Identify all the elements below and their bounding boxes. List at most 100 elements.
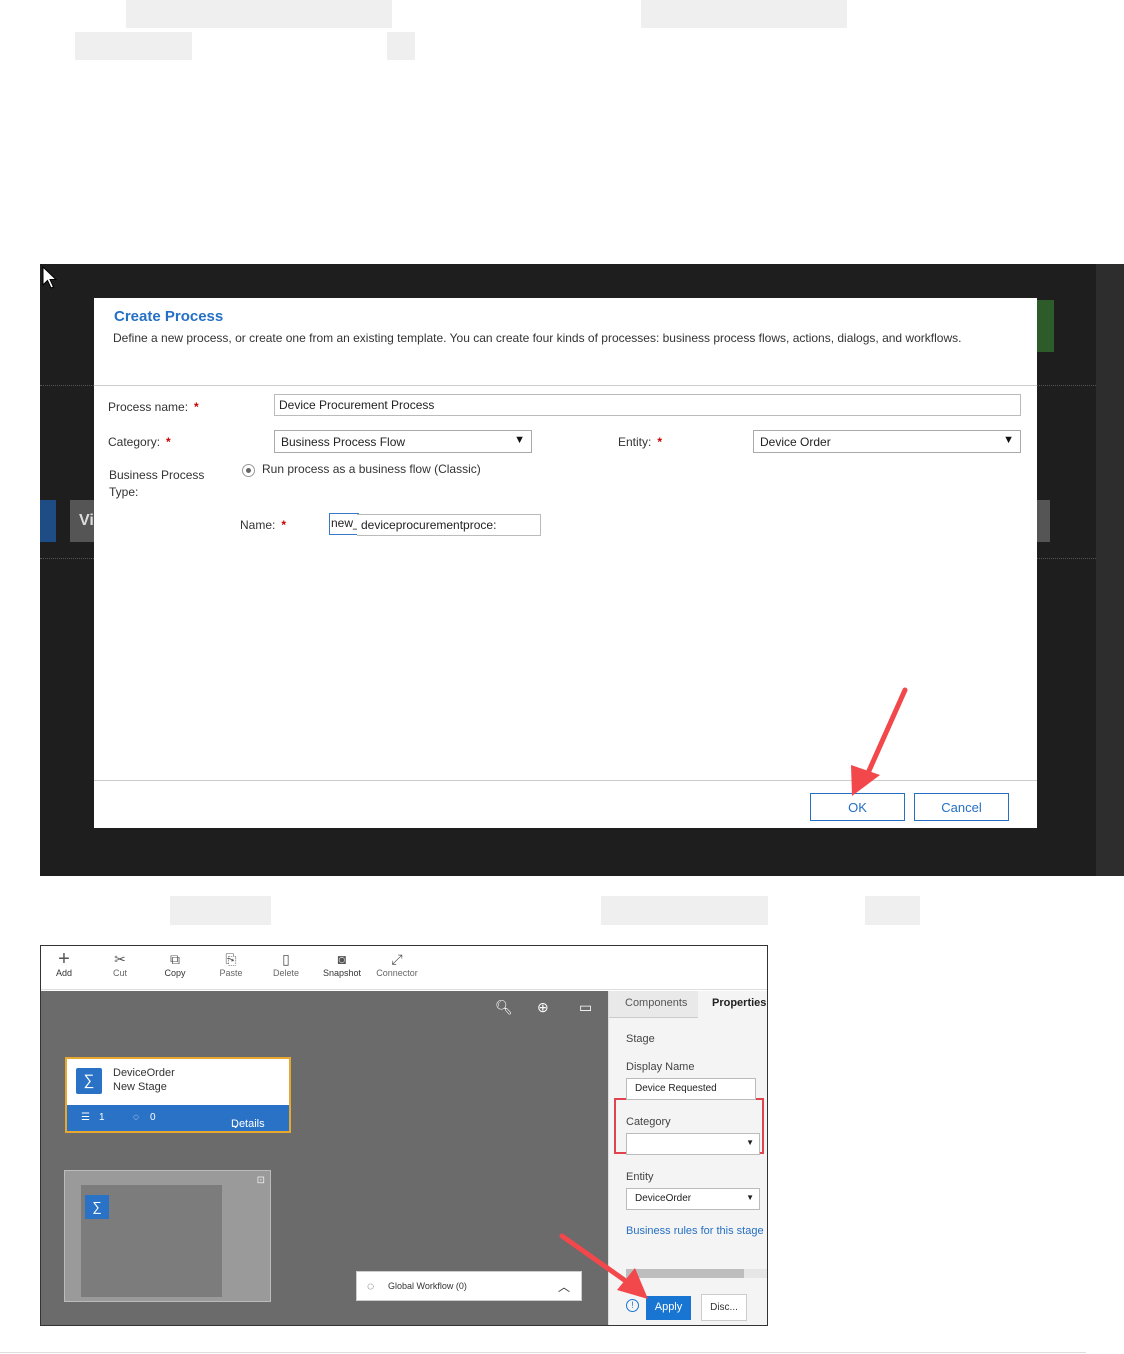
discard-button[interactable]: Disc... [701,1294,747,1321]
steps-count: 1 [99,1112,105,1123]
name-label-text: Name: [240,518,276,532]
redacted-block [601,896,768,925]
bp-type-label-line2: Type: [109,485,139,499]
dropdown-arrow-icon: ▼ [514,434,525,446]
workflow-icon: ◌ [367,1279,375,1293]
chevron-up-icon[interactable]: ︿ [558,1278,570,1295]
classic-flow-label: Run process as a business flow (Classic) [262,462,481,476]
ok-button[interactable]: OK [810,793,905,821]
cancel-button[interactable]: Cancel [914,793,1009,821]
dropdown-arrow-icon: ▼ [1003,434,1014,446]
delete-icon: ▯ [282,951,290,967]
background-scrollbar [1096,264,1124,876]
copy-label: Copy [164,968,186,978]
required-mark: * [281,518,287,532]
global-workflow-bar[interactable]: ◌ Global Workflow (0) ︿ [356,1271,582,1301]
classic-flow-radio[interactable] [242,464,255,477]
steps-icon: ☰ [81,1112,90,1123]
redacted-block [126,0,392,28]
category-select[interactable]: ▼ [626,1133,760,1155]
zoom-out-icon[interactable]: 🔍︎ [495,999,513,1016]
section-title: Stage [626,1033,655,1045]
divider [0,1352,1086,1353]
stage-footer: ☰ 1 ◌ 0 Details ⌄ [67,1105,289,1131]
entity-label: Entity: * [618,435,662,449]
redacted-block [865,896,920,925]
tab-components[interactable]: Components [609,991,698,1018]
category-select[interactable]: Business Process Flow ▼ [274,430,532,453]
process-name-label-text: Process name: [108,400,189,414]
tab-properties[interactable]: Properties [698,991,767,1018]
properties-panel: Components Properties Stage Display Name… [608,991,767,1325]
stage-entity: DeviceOrder [113,1067,175,1079]
category-label: Category [626,1116,671,1128]
workflow-icon: ◌ [133,1112,139,1123]
process-designer-screenshot: + Add ✂ Cut ⧉ Copy ⎘ Paste ▯ Delete ◙ Sn… [40,945,768,1326]
bp-type-label: Business Process Type: [109,467,204,501]
process-name-label: Process name: * [108,400,199,414]
entity-label-text: Entity: [618,435,652,449]
info-icon: ! [626,1299,639,1312]
background-button [1036,300,1054,352]
dropdown-arrow-icon: ▼ [746,1193,754,1202]
stage-icon: ∑ [76,1068,102,1094]
create-process-screenshot: Vi Create Process Define a new process, … [40,264,1124,876]
required-mark: * [657,435,663,449]
chevron-down-icon: ⌄ [231,1119,241,1131]
snapshot-button[interactable]: ◙ Snapshot [317,950,367,978]
redacted-block [641,0,847,28]
snapshot-label: Snapshot [322,968,362,978]
add-icon: + [58,948,70,970]
copy-icon: ⧉ [170,951,180,967]
cut-label: Cut [112,968,127,978]
stage-name: New Stage [113,1081,167,1093]
design-canvas[interactable]: 🔍︎ ⊕ ▭ ∑ DeviceOrder New Stage ☰ 1 ◌ 0 D… [41,991,608,1325]
stage-icon: ∑ [85,1195,109,1219]
display-name-input[interactable]: Device Requested [626,1078,756,1100]
create-process-dialog: Create Process Define a new process, or … [94,298,1037,828]
divider [94,780,1037,781]
grid-icon [40,500,56,542]
background-button [1036,500,1050,542]
workflow-count: 0 [150,1112,156,1123]
copy-button[interactable]: ⧉ Copy [150,950,200,978]
connector-label: Connector [376,968,418,978]
cut-icon: ✂ [114,951,126,967]
designer-toolbar: + Add ✂ Cut ⧉ Copy ⎘ Paste ▯ Delete ◙ Sn… [41,946,767,990]
display-name-label: Display Name [626,1061,695,1073]
name-input[interactable]: deviceprocurementproce: [357,514,541,536]
minimap[interactable]: ∑ ⊡ [64,1170,271,1302]
panel-scrollbar[interactable] [626,1269,744,1278]
fit-to-screen-icon[interactable]: ▭ [579,999,592,1016]
collapse-minimap-icon[interactable]: ⊡ [257,1175,265,1186]
connector-button[interactable]: ⤢ Connector [372,950,422,978]
cut-button[interactable]: ✂ Cut [95,950,145,978]
entity-select[interactable]: DeviceOrder ▼ [626,1188,760,1210]
redacted-block [170,896,271,925]
name-prefix: new_ [329,513,360,535]
background-label: Vi [70,500,96,542]
paste-label: Paste [219,968,243,978]
add-button[interactable]: + Add [41,948,89,978]
business-rules-link[interactable]: Business rules for this stage [626,1225,764,1237]
stage-card[interactable]: ∑ DeviceOrder New Stage ☰ 1 ◌ 0 Details … [65,1057,291,1133]
entity-label: Entity [626,1171,654,1183]
paste-icon: ⎘ [225,951,237,967]
connector-icon: ⤢ [391,951,403,967]
name-label: Name: * [240,518,286,532]
category-label: Category: * [108,435,171,449]
category-value: Business Process Flow [281,435,406,449]
apply-button[interactable]: Apply [646,1296,691,1320]
redacted-block [387,32,415,60]
camera-icon: ◙ [337,951,347,967]
entity-select[interactable]: Device Order ▼ [753,430,1021,453]
zoom-in-icon[interactable]: ⊕ [537,999,549,1016]
divider [94,385,1037,386]
process-name-input[interactable]: Device Procurement Process [274,394,1021,416]
delete-button[interactable]: ▯ Delete [261,950,311,978]
required-mark: * [166,435,171,449]
delete-label: Delete [272,968,299,978]
paste-button[interactable]: ⎘ Paste [206,950,256,978]
global-workflow-label: Global Workflow (0) [388,1281,467,1291]
entity-value: Device Order [760,435,831,449]
